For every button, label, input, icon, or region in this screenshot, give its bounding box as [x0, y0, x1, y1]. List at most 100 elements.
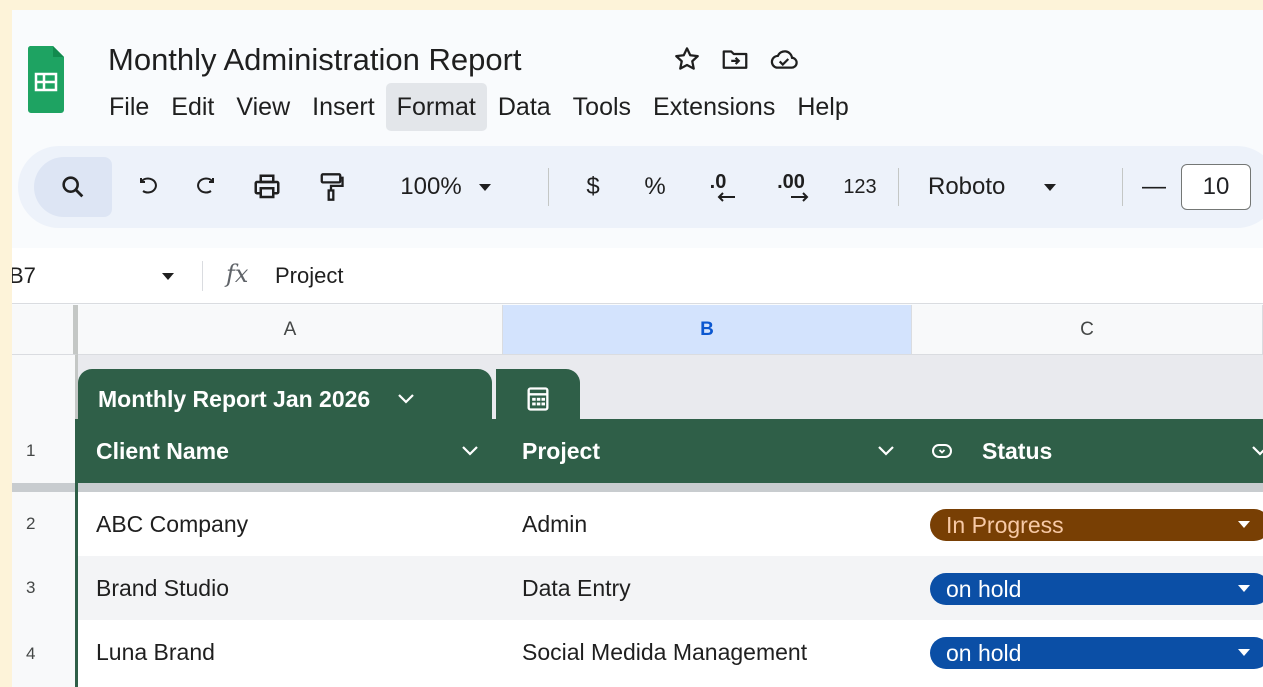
increase-decimal-button[interactable]: .00 — [760, 146, 822, 228]
search-menus-button[interactable] — [34, 157, 112, 217]
zoom-value: 100% — [400, 173, 462, 200]
app-window: Monthly Administration Report File Edit … — [12, 10, 1263, 687]
toolbar-divider — [1122, 168, 1123, 206]
print-icon — [254, 174, 280, 199]
status-label: on hold — [946, 639, 1022, 666]
increase-decimal-label: .00 — [777, 171, 805, 193]
table-view-icon — [527, 387, 549, 411]
caret-down-icon — [1238, 649, 1250, 656]
table-left-border — [75, 419, 78, 687]
menu-bar: File Edit View Insert Format Data Tools … — [98, 83, 860, 131]
toolbar-divider — [898, 168, 899, 206]
cloud-saved-icon[interactable] — [768, 44, 800, 74]
paint-format-button[interactable] — [306, 146, 356, 228]
status-label: on hold — [946, 575, 1022, 602]
document-title[interactable]: Monthly Administration Report — [108, 42, 522, 78]
header-project[interactable]: Project — [522, 419, 600, 483]
cell-client[interactable]: ABC Company — [96, 492, 248, 556]
table-header-row: Client Name Project Status — [78, 419, 1263, 483]
search-icon — [62, 176, 84, 198]
row-header-4[interactable]: 4 — [12, 620, 78, 687]
header-client-name[interactable]: Client Name — [96, 419, 229, 483]
frozen-row-divider[interactable] — [12, 483, 1263, 492]
menu-view[interactable]: View — [225, 83, 301, 131]
currency-button[interactable]: $ — [568, 146, 618, 228]
minus-label: — — [1142, 173, 1166, 200]
sheets-logo-icon[interactable] — [26, 44, 66, 114]
decrease-decimal-label: .0 — [709, 171, 727, 193]
font-value: Roboto — [928, 173, 1006, 200]
formula-divider — [202, 261, 203, 291]
column-header-a[interactable]: A — [78, 305, 503, 355]
arrow-left-icon — [717, 192, 735, 202]
percent-label: % — [644, 173, 666, 200]
menu-format[interactable]: Format — [385, 83, 487, 131]
row-header-2[interactable]: 2 — [12, 492, 78, 556]
redo-icon — [197, 177, 214, 194]
chevron-down-icon — [398, 394, 415, 404]
table-row: ABC Company Admin In Progress — [78, 492, 1263, 556]
row-header-blank — [12, 355, 78, 419]
chevron-down-icon[interactable] — [458, 441, 482, 461]
chevron-down-icon[interactable] — [874, 441, 898, 461]
paint-format-icon — [320, 173, 344, 201]
decrease-font-size-button[interactable]: — — [1132, 146, 1176, 228]
print-button[interactable] — [242, 146, 292, 228]
undo-button[interactable] — [126, 146, 170, 228]
table-row: Brand Studio Data Entry on hold — [78, 556, 1263, 620]
caret-down-icon — [1238, 521, 1250, 528]
caret-down-icon — [1238, 585, 1250, 592]
name-box[interactable]: B7 — [12, 263, 36, 289]
caret-down-icon — [478, 184, 491, 191]
move-to-folder-icon[interactable] — [720, 44, 750, 74]
cell-project[interactable]: Social Medida Management — [522, 620, 807, 684]
header-status[interactable]: Status — [982, 419, 1052, 483]
row-header-3[interactable]: 3 — [12, 556, 78, 620]
formula-bar: B7 fx Project — [12, 248, 1263, 304]
fx-icon: fx — [226, 260, 249, 288]
arrow-right-icon — [791, 192, 809, 202]
menu-help[interactable]: Help — [786, 83, 859, 131]
column-header-c[interactable]: C — [912, 305, 1263, 355]
menu-data[interactable]: Data — [487, 83, 562, 131]
cell-client[interactable]: Brand Studio — [96, 556, 229, 620]
status-label: In Progress — [946, 511, 1064, 538]
title-icons — [672, 44, 800, 74]
dropdown-type-icon — [932, 444, 952, 458]
decrease-decimal-button[interactable]: .0 — [690, 146, 746, 228]
font-select[interactable]: Roboto — [918, 146, 1108, 228]
redo-button[interactable] — [184, 146, 228, 228]
table-tab-area: Monthly Report Jan 2026 — [78, 355, 1263, 429]
formula-input[interactable]: Project — [275, 263, 343, 289]
menu-extensions[interactable]: Extensions — [642, 83, 786, 131]
zoom-select[interactable]: 100% — [370, 146, 530, 228]
status-chip[interactable]: In Progress — [930, 509, 1263, 541]
select-all-corner[interactable] — [12, 305, 78, 355]
spreadsheet-grid: A B C 1 2 3 4 Monthly Report Jan 2026 Cl… — [12, 305, 1263, 687]
table-row: Luna Brand Social Medida Management on h… — [78, 620, 1263, 687]
number-format-label: 123 — [843, 175, 877, 198]
caret-down-icon[interactable] — [158, 268, 178, 284]
number-format-button[interactable]: 123 — [830, 146, 890, 228]
cell-project[interactable]: Data Entry — [522, 556, 631, 620]
menu-tools[interactable]: Tools — [562, 83, 642, 131]
toolbar: 100% $ % .0 .00 123 Roboto — 10 — [18, 146, 1263, 228]
currency-label: $ — [586, 173, 600, 200]
caret-down-icon — [1044, 184, 1057, 191]
column-header-b[interactable]: B — [503, 305, 912, 355]
row-header-1[interactable]: 1 — [12, 419, 78, 483]
menu-edit[interactable]: Edit — [160, 83, 225, 131]
cell-project[interactable]: Admin — [522, 492, 587, 556]
star-icon[interactable] — [672, 44, 702, 74]
status-chip[interactable]: on hold — [930, 573, 1263, 605]
menu-insert[interactable]: Insert — [301, 83, 386, 131]
cell-client[interactable]: Luna Brand — [96, 620, 215, 684]
undo-icon — [140, 177, 157, 194]
toolbar-divider — [548, 168, 549, 206]
table-name: Monthly Report Jan 2026 — [98, 385, 371, 412]
percent-button[interactable]: % — [630, 146, 680, 228]
font-size-input[interactable]: 10 — [1181, 164, 1251, 210]
chevron-down-icon[interactable] — [1248, 441, 1263, 461]
menu-file[interactable]: File — [98, 83, 160, 131]
status-chip[interactable]: on hold — [930, 637, 1263, 669]
